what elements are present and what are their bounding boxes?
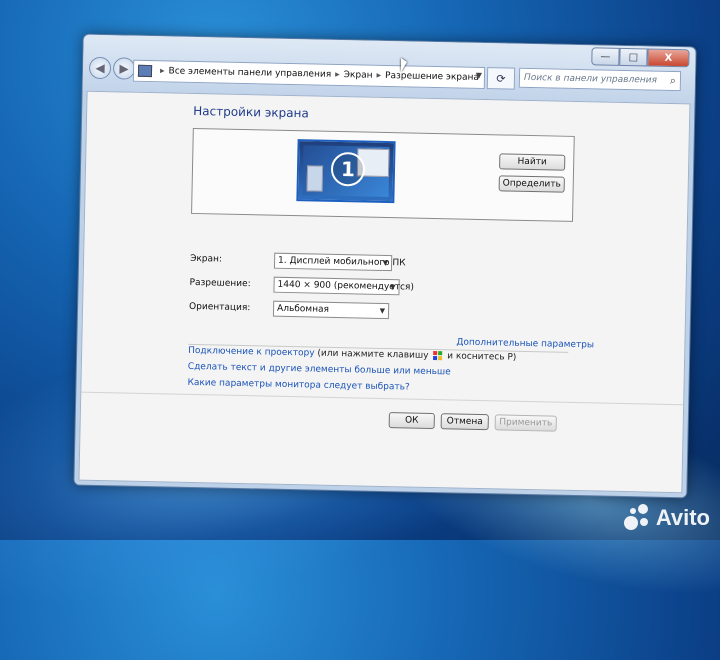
monitor-preview-area: 1 Найти Определить — [191, 127, 575, 222]
monitor-icon[interactable]: 1 — [296, 139, 396, 204]
breadcrumb-resolution[interactable]: Разрешение экрана — [385, 71, 479, 83]
close-button[interactable]: X — [647, 48, 690, 68]
screen-resolution-window: — □ X ◀ ▶ ▸ Все элементы панели управлен… — [73, 33, 697, 499]
chevron-down-icon: ▼ — [382, 258, 389, 268]
projector-row: Подключение к проектору (или нажмите кла… — [188, 346, 516, 363]
monitor-screen: 1 — [302, 145, 390, 198]
chevron-down-icon: ▼ — [379, 306, 386, 316]
orientation-select[interactable]: Альбомная ▼ — [272, 300, 390, 320]
footer-divider — [81, 391, 684, 406]
chevron-down-icon: ▼ — [390, 283, 396, 292]
orientation-label: Ориентация: — [188, 301, 251, 314]
window-thumbnail — [306, 165, 324, 192]
breadcrumb-separator: ▸ — [376, 70, 382, 81]
breadcrumb-all-items[interactable]: Все элементы панели управления — [168, 66, 331, 79]
resolution-select[interactable]: 1440 × 900 (рекомендуется) ▼ — [273, 276, 414, 296]
monitor-help-link[interactable]: Какие параметры монитора следует выбрать… — [187, 378, 409, 393]
control-panel-icon — [137, 64, 153, 78]
search-icon[interactable]: ⌕ — [670, 74, 676, 88]
refresh-button[interactable]: ⟳ — [486, 67, 516, 90]
search-input[interactable]: Поиск в панели управления ⌕ — [518, 67, 682, 92]
text-size-link[interactable]: Сделать текст и другие элементы больше и… — [188, 362, 451, 378]
content-pane: Настройки экрана 1 Найти Определить Экра… — [78, 90, 691, 494]
mouse-cursor-icon — [401, 58, 407, 72]
avito-watermark: Avito — [623, 504, 710, 532]
cancel-button[interactable]: Отмена — [440, 413, 489, 431]
breadcrumb-display[interactable]: Экран — [344, 70, 373, 81]
page-title: Настройки экрана — [193, 103, 309, 121]
display-select[interactable]: 1. Дисплей мобильного ПК ▼ — [273, 252, 406, 272]
maximize-button[interactable]: □ — [619, 47, 648, 67]
identify-button[interactable]: Определить — [498, 175, 565, 193]
projector-link[interactable]: Подключение к проектору — [188, 346, 315, 359]
windows-key-icon — [433, 351, 443, 361]
nav-buttons: ◀ ▶ — [88, 56, 136, 80]
search-placeholder: Поиск в панели управления — [523, 72, 658, 86]
advanced-settings-link[interactable]: Дополнительные параметры — [456, 338, 594, 351]
window-controls: — □ X — [591, 47, 690, 68]
back-arrow-icon[interactable]: ◀ — [88, 56, 112, 80]
chevron-down-icon[interactable]: ▼ — [476, 71, 482, 80]
projector-hint: (или нажмите клавишу — [317, 348, 429, 361]
ok-button[interactable]: ОК — [388, 412, 435, 430]
projector-hint-end: и коснитесь P) — [447, 351, 517, 363]
refresh-icon: ⟳ — [496, 71, 506, 85]
display-label: Экран: — [190, 253, 223, 265]
breadcrumb-separator: ▸ — [159, 66, 165, 77]
avito-text: Avito — [655, 505, 710, 530]
orientation-value: Альбомная — [276, 303, 330, 315]
find-button[interactable]: Найти — [499, 153, 566, 171]
apply-button[interactable]: Применить — [494, 414, 557, 432]
monitor-number: 1 — [330, 151, 366, 187]
address-bar[interactable]: ▸ Все элементы панели управления ▸ Экран… — [132, 59, 486, 90]
minimize-button[interactable]: — — [591, 47, 620, 66]
resolution-label: Разрешение: — [189, 277, 251, 290]
avito-logo-icon — [623, 504, 652, 532]
breadcrumb-separator: ▸ — [335, 69, 340, 81]
